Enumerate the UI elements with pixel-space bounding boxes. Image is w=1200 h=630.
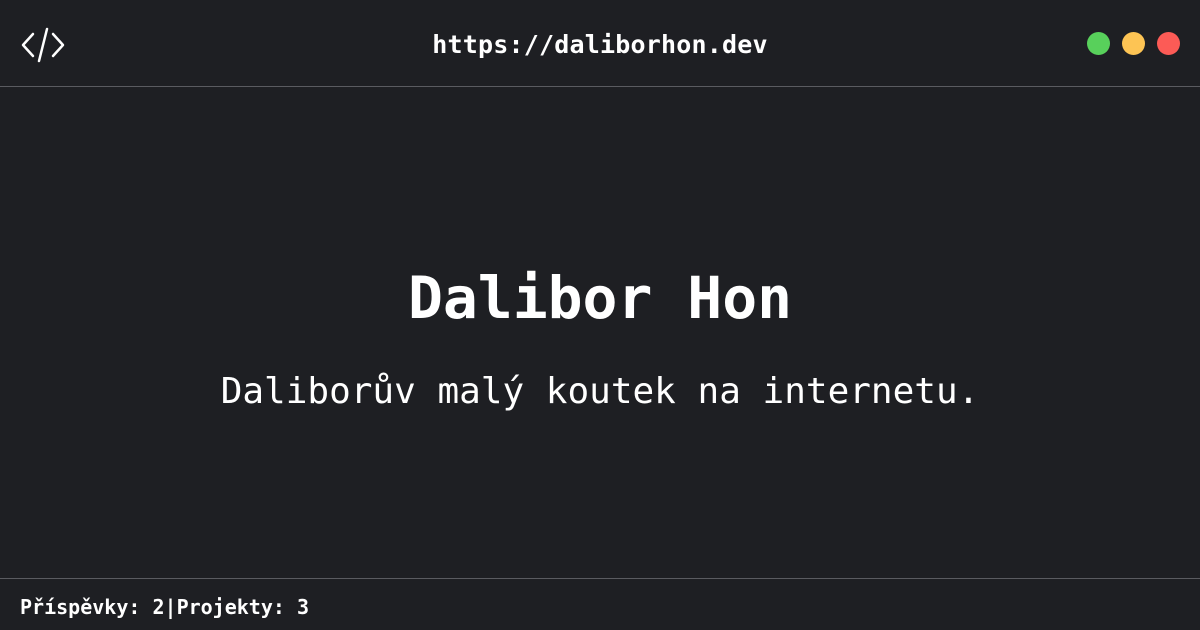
stats-line: Příspěvky: 2|Projekty: 3 [20,595,309,619]
projects-label: Projekty: [176,595,285,619]
window-controls [1087,32,1180,55]
footer-bar: Příspěvky: 2|Projekty: 3 [0,578,1200,630]
posts-label: Příspěvky: [20,595,141,619]
yellow-dot[interactable] [1122,32,1145,55]
page-subtitle: Daliborův malý koutek na internetu. [220,371,980,412]
posts-count: 2 [152,595,165,619]
top-bar: https://daliborhon.dev [0,0,1200,87]
page-title: Dalibor Hon [407,264,793,332]
projects-count: 3 [296,595,310,619]
stats-separator: | [164,595,177,619]
red-dot[interactable] [1157,32,1180,55]
site-url: https://daliborhon.dev [432,30,768,59]
green-dot[interactable] [1087,32,1110,55]
